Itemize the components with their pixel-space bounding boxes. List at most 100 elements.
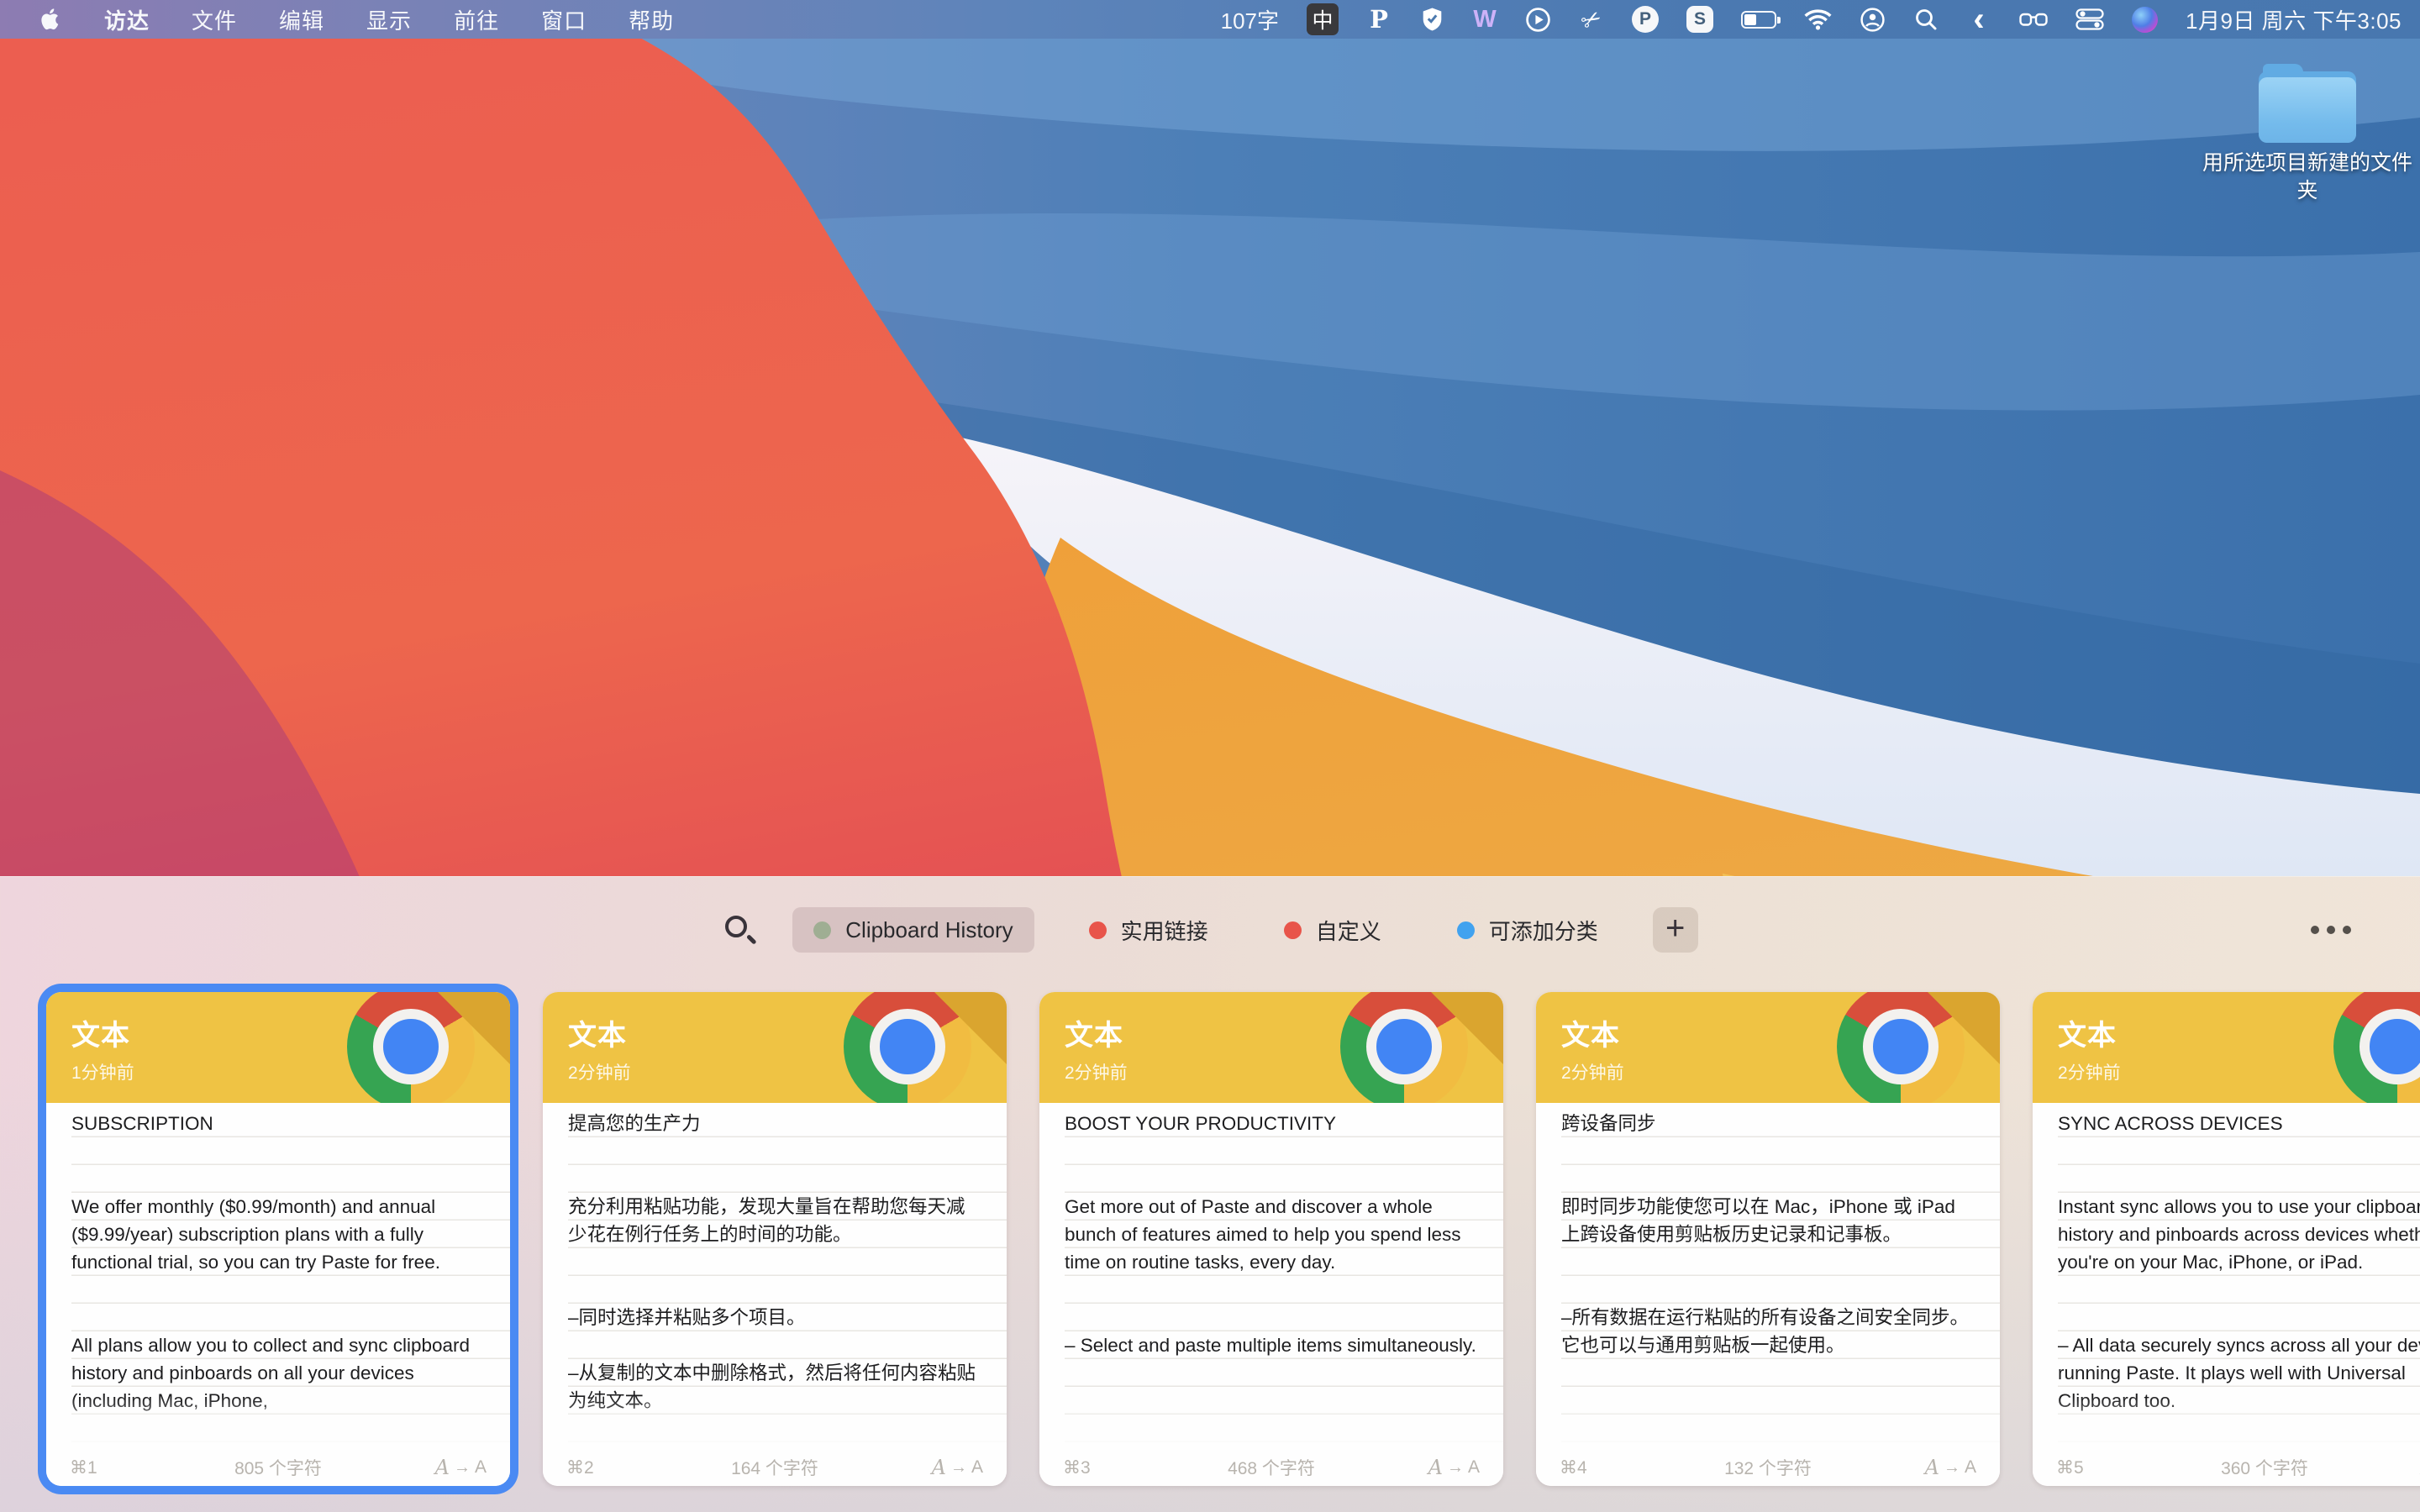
clipboard-card[interactable]: 文本2分钟前跨设备同步即时同步功能使您可以在 Mac，iPhone 或 iPad… xyxy=(1536,992,2000,1486)
card-paragraph: –同时选择并粘贴多个项目。 xyxy=(568,1304,983,1331)
card-char-count: 132 个字符 xyxy=(1724,1455,1812,1480)
battery-icon[interactable] xyxy=(1741,3,1776,36)
clipboard-card[interactable]: 文本2分钟前提高您的生产力充分利用粘贴功能，发现大量旨在帮助您每天减少花在例行任… xyxy=(543,992,1007,1486)
menu-bar-menus: 访达文件编辑显示前往窗口帮助 xyxy=(18,0,695,39)
chevron-left-icon[interactable]: ‹ xyxy=(1966,3,1991,36)
card-paragraph: –所有数据在运行粘贴的所有设备之间安全同步。 它也可以与通用剪贴板一起使用。 xyxy=(1561,1304,1976,1359)
card-corner-fold xyxy=(438,992,510,1064)
filter-label: 可添加分类 xyxy=(1489,915,1598,946)
card-shortcut: ⌘1 xyxy=(70,1457,97,1478)
menu-bar-status: 107字 中 PW✂PS‹ 1月9日 周六 下午3:05 xyxy=(1221,3,2402,36)
input-method-icon[interactable]: 中 xyxy=(1307,3,1339,35)
menu-bar-clock[interactable]: 1月9日 周六 下午3:05 xyxy=(2186,4,2402,35)
menu-item[interactable]: 编辑 xyxy=(258,0,345,39)
p-circle-icon[interactable]: P xyxy=(1632,3,1659,36)
card-footer: ⌘1 805 个字符 A→A xyxy=(46,1449,510,1486)
desktop-folder[interactable]: 用所选项目新建的文件夹 xyxy=(2195,64,2420,205)
paste-icon[interactable]: P xyxy=(1366,3,1392,36)
remove-formatting-button[interactable]: A→A xyxy=(932,1456,983,1479)
card-char-count: 805 个字符 xyxy=(234,1455,322,1480)
user-account-icon[interactable] xyxy=(1860,3,1886,36)
remove-formatting-button[interactable]: A→A xyxy=(1925,1456,1976,1479)
card-paragraph: 跨设备同步 xyxy=(1561,1110,1976,1137)
card-shortcut: ⌘2 xyxy=(566,1457,594,1478)
spotlight-search-icon[interactable] xyxy=(1913,3,1939,36)
card-text-fade xyxy=(46,1397,510,1449)
scissors-icon[interactable]: ✂ xyxy=(1579,3,1604,36)
card-char-count: 164 个字符 xyxy=(731,1455,818,1480)
card-paragraph: 充分利用粘贴功能，发现大量旨在帮助您每天减少花在例行任务上的时间的功能。 xyxy=(568,1193,983,1248)
wispr-icon[interactable]: W xyxy=(1472,3,1497,36)
menu-item[interactable]: 前往 xyxy=(433,0,520,39)
clipboard-card[interactable]: 文本1分钟前SUBSCRIPTIONWe offer monthly ($0.9… xyxy=(46,992,510,1486)
card-content: 提高您的生产力充分利用粘贴功能，发现大量旨在帮助您每天减少花在例行任务上的时间的… xyxy=(543,1103,1007,1449)
filter-pill[interactable]: 实用链接 xyxy=(1068,907,1229,953)
add-category-button[interactable]: + xyxy=(1653,907,1698,953)
glasses-icon[interactable] xyxy=(2019,3,2048,36)
card-footer: ⌘5360 个字符A→A xyxy=(2033,1449,2420,1486)
filter-label: 实用链接 xyxy=(1121,915,1208,946)
filter-dot-icon xyxy=(1457,921,1475,939)
card-text-fade xyxy=(2033,1397,2420,1449)
card-shortcut: ⌘4 xyxy=(1560,1457,1587,1478)
menu-item[interactable]: 访达 xyxy=(83,0,171,39)
card-corner-fold xyxy=(1431,992,1503,1064)
clipboard-card[interactable]: 文本2分钟前BOOST YOUR PRODUCTIVITYGet more ou… xyxy=(1039,992,1503,1486)
filter-dot-icon xyxy=(813,921,831,939)
card-content: 跨设备同步即时同步功能使您可以在 Mac，iPhone 或 iPad 上跨设备使… xyxy=(1536,1103,2000,1449)
chrome-icon xyxy=(2333,992,2420,1103)
card-shortcut: ⌘3 xyxy=(1063,1457,1091,1478)
menu-item[interactable]: 帮助 xyxy=(608,0,695,39)
filter-pill[interactable]: 自定义 xyxy=(1263,907,1402,953)
siri-icon[interactable] xyxy=(2132,3,2158,36)
filter-dot-icon xyxy=(1089,921,1107,939)
card-paragraph: 即时同步功能使您可以在 Mac，iPhone 或 iPad 上跨设备使用剪贴板历… xyxy=(1561,1193,1976,1248)
card-content: SUBSCRIPTION We offer monthly ($0.99/mont… xyxy=(46,1103,510,1449)
menu-item[interactable]: 文件 xyxy=(171,0,258,39)
card-corner-fold xyxy=(934,992,1007,1064)
apple-menu[interactable] xyxy=(18,7,83,32)
card-paragraph: Instant sync allows you to use your clip… xyxy=(2058,1193,2420,1276)
card-paragraph: 提高您的生产力 xyxy=(568,1110,983,1137)
word-count-status[interactable]: 107字 xyxy=(1221,4,1279,35)
card-content: SYNC ACROSS DEVICESInstant sync allows y… xyxy=(2033,1103,2420,1449)
s-square-icon[interactable]: S xyxy=(1686,3,1713,36)
filter-label: 自定义 xyxy=(1316,915,1381,946)
card-text-fade xyxy=(1039,1397,1503,1449)
remove-formatting-button[interactable]: A→A xyxy=(435,1456,487,1479)
control-center-icon[interactable] xyxy=(2075,3,2104,36)
card-footer: ⌘4 132 个字符 A→A xyxy=(1536,1449,2000,1486)
card-header: 文本2分钟前 xyxy=(2033,992,2420,1103)
paste-panel: Clipboard History 实用链接 自定义 可添加分类 + 文本1分钟前SU… xyxy=(0,876,2420,1512)
apple-logo-icon xyxy=(40,7,61,32)
menu-item[interactable]: 窗口 xyxy=(520,0,608,39)
menu-item[interactable]: 显示 xyxy=(345,0,433,39)
clipboard-card[interactable]: 文本2分钟前SYNC ACROSS DEVICESInstant sync al… xyxy=(2033,992,2420,1486)
remove-formatting-button[interactable]: A→A xyxy=(1428,1456,1480,1479)
card-paragraph: We offer monthly ($0.99/month) and annua… xyxy=(71,1193,487,1276)
card-text-fade xyxy=(543,1397,1007,1449)
card-header: 文本2分钟前 xyxy=(1039,992,1503,1103)
filter-pill[interactable]: Clipboard History xyxy=(792,907,1034,953)
card-paragraph: SUBSCRIPTION xyxy=(71,1110,487,1137)
search-icon[interactable] xyxy=(722,911,759,948)
wifi-icon[interactable] xyxy=(1804,3,1832,36)
card-paragraph: Get more out of Paste and discover a who… xyxy=(1065,1193,1480,1276)
folder-label: 用所选项目新建的文件夹 xyxy=(2195,150,2420,205)
card-header: 文本2分钟前 xyxy=(543,992,1007,1103)
card-char-count: 360 个字符 xyxy=(2221,1455,2308,1480)
card-text-fade xyxy=(1536,1397,2000,1449)
card-char-count: 468 个字符 xyxy=(1228,1455,1315,1480)
shield-check-icon[interactable] xyxy=(1419,3,1444,36)
play-circle-icon[interactable] xyxy=(1525,3,1551,36)
menu-bar: 访达文件编辑显示前往窗口帮助 107字 中 PW✂PS‹ 1月9日 周六 下午3… xyxy=(0,0,2420,39)
more-options-button[interactable] xyxy=(2302,917,2360,942)
card-content: BOOST YOUR PRODUCTIVITYGet more out of P… xyxy=(1039,1103,1503,1449)
filter-pill[interactable]: 可添加分类 xyxy=(1436,907,1619,953)
card-corner-fold xyxy=(1928,992,2000,1064)
clipboard-cards-row: 文本1分钟前SUBSCRIPTIONWe offer monthly ($0.9… xyxy=(46,992,2420,1486)
folder-icon xyxy=(2259,64,2356,143)
filter-dot-icon xyxy=(1284,921,1302,939)
card-paragraph: – Select and paste multiple items simult… xyxy=(1065,1331,1480,1359)
card-footer: ⌘2 164 个字符 A→A xyxy=(543,1449,1007,1486)
